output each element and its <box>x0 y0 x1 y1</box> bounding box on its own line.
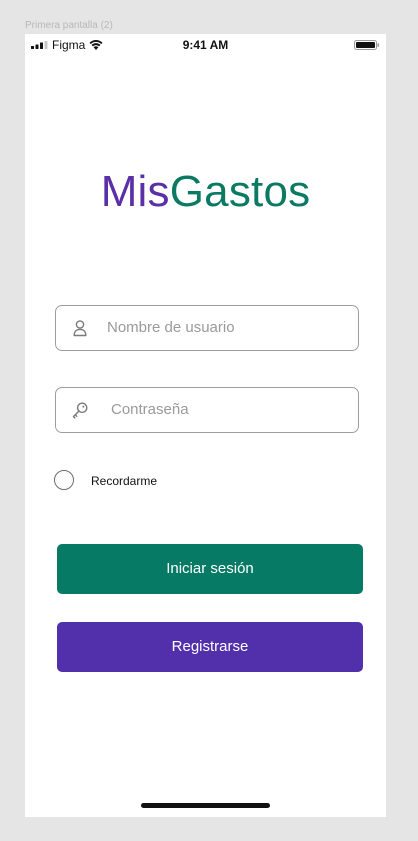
register-button[interactable]: Registrarse <box>57 622 363 672</box>
home-indicator <box>141 803 270 808</box>
logo-part-mis: Mis <box>100 167 170 216</box>
password-input[interactable] <box>111 388 341 431</box>
remember-label: Recordarme <box>91 474 158 488</box>
frame-label: Primera pantalla (2) <box>25 20 113 31</box>
remember-radio[interactable] <box>54 470 74 490</box>
key-icon <box>72 402 88 419</box>
app-logo: MisGastos <box>25 166 386 218</box>
logo-part-gastos: Gastos <box>169 167 311 216</box>
battery-icon <box>354 40 380 50</box>
password-field[interactable] <box>55 387 359 433</box>
status-time: 9:41 AM <box>182 38 229 52</box>
username-input[interactable] <box>107 306 337 349</box>
phone-screen: Figma 9:41 AM MisGastos Recordarme <box>25 34 386 817</box>
user-icon <box>73 320 87 337</box>
status-bar: Figma 9:41 AM <box>25 34 386 56</box>
remember-me[interactable]: Recordarme <box>54 470 194 492</box>
login-button[interactable]: Iniciar sesión <box>57 544 363 594</box>
username-field[interactable] <box>55 305 359 351</box>
